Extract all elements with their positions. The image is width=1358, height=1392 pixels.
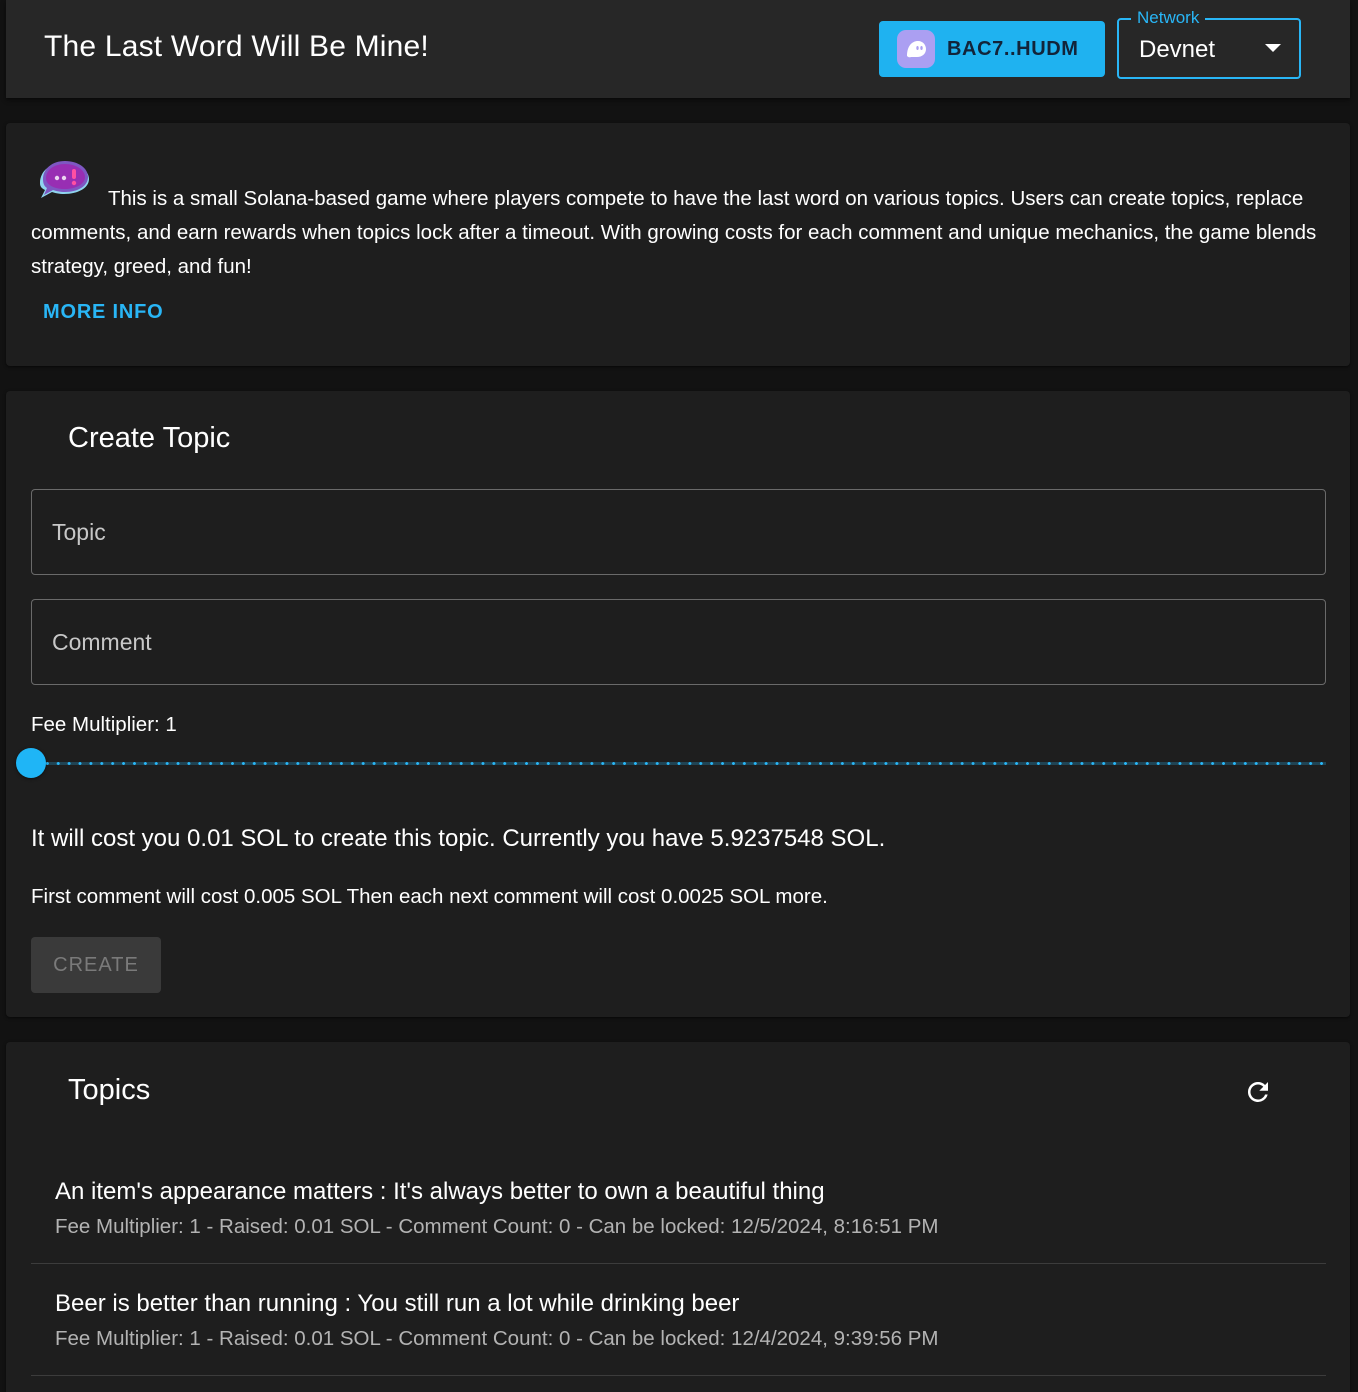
create-topic-title: Create Topic <box>68 422 231 454</box>
intro-description: This is a small Solana-based game where … <box>31 187 1317 278</box>
dropdown-arrow-icon <box>1265 44 1281 52</box>
phantom-ghost-icon <box>897 30 935 68</box>
wallet-address-label: BAC7..HUDM <box>947 37 1079 60</box>
network-select[interactable]: Network Devnet <box>1117 8 1301 79</box>
topics-card: Topics An item's appearance matters : It… <box>6 1042 1350 1392</box>
comment-cost-text: First comment will cost 0.005 SOL Then e… <box>31 885 828 908</box>
wallet-button[interactable]: BAC7..HUDM <box>879 21 1105 77</box>
topic-details: Fee Multiplier: 1 - Raised: 0.01 SOL - C… <box>55 1215 939 1238</box>
topic-input[interactable] <box>31 489 1326 575</box>
slider-track <box>31 762 1326 765</box>
fee-multiplier-slider[interactable] <box>16 748 1326 778</box>
create-cost-text: It will cost you 0.01 SOL to create this… <box>31 825 886 852</box>
network-selected-value: Devnet <box>1139 36 1216 63</box>
refresh-button[interactable] <box>1238 1072 1278 1112</box>
topic-list-item[interactable]: An item's appearance matters : It's alwa… <box>31 1152 1326 1264</box>
intro-card: This is a small Solana-based game where … <box>6 123 1350 366</box>
app-title: The Last Word Will Be Mine! <box>44 30 429 63</box>
topic-details: Fee Multiplier: 1 - Raised: 0.01 SOL - C… <box>55 1327 939 1350</box>
app-bar: The Last Word Will Be Mine! BAC7..HUDM N… <box>6 0 1350 98</box>
create-topic-card: Create Topic Fee Multiplier: 1 It will c… <box>6 391 1350 1017</box>
topic-title: Beer is better than running : You still … <box>55 1290 740 1317</box>
fee-multiplier-label: Fee Multiplier: 1 <box>31 713 177 736</box>
network-select-label: Network <box>1131 8 1206 28</box>
topics-title: Topics <box>68 1074 151 1106</box>
more-info-button[interactable]: MORE INFO <box>43 301 164 324</box>
slider-thumb[interactable] <box>16 748 46 778</box>
topic-title: An item's appearance matters : It's alwa… <box>55 1178 825 1205</box>
create-button[interactable]: CREATE <box>31 937 161 993</box>
topic-list-item[interactable]: Beer is better than running : You still … <box>31 1264 1326 1376</box>
refresh-icon <box>1247 1082 1268 1102</box>
comment-input[interactable] <box>31 599 1326 685</box>
